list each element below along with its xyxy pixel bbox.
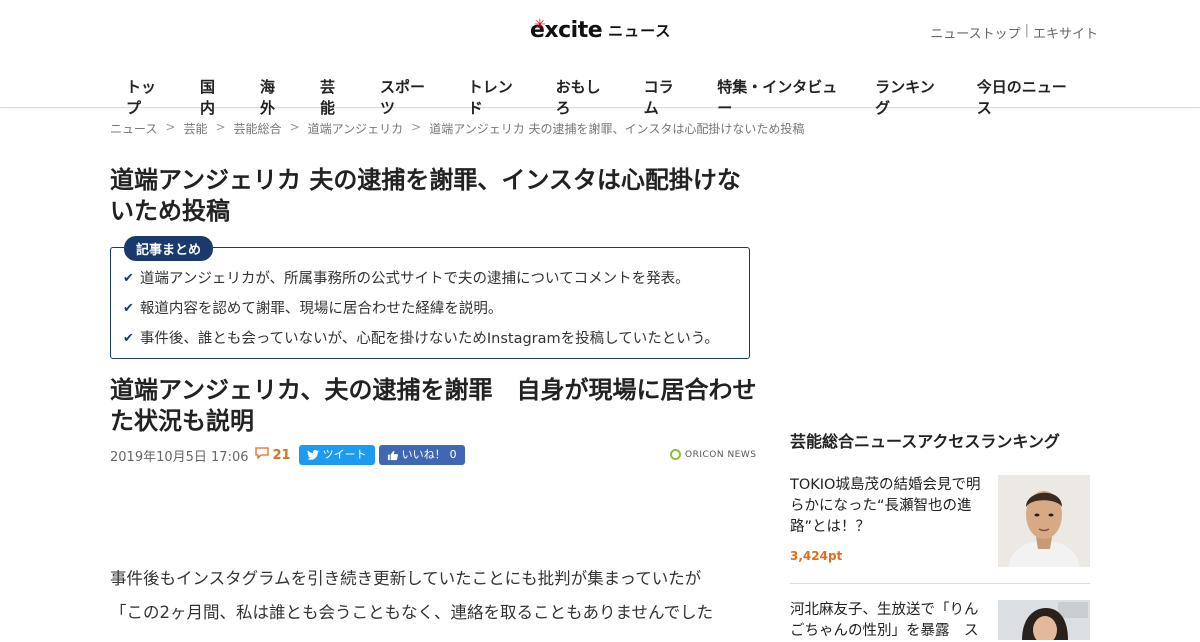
excite-link[interactable]: エキサイト	[1033, 23, 1098, 42]
ranking-thumbnail	[998, 600, 1090, 640]
breadcrumb-general[interactable]: 芸能総合	[234, 120, 282, 137]
body-line: 「この2ヶ月間、私は誰とも会うこともなく、連絡を取ることもありませんでした	[110, 603, 714, 622]
breadcrumb-separator: >	[289, 120, 300, 134]
summary-text: 道端アンジェリカが、所属事務所の公式サイトで夫の逮捕についてコメントを発表。	[139, 271, 690, 287]
like-count: 0	[449, 448, 457, 461]
article-body: 事件後もインスタグラムを引き続き更新していたことにも批判が集まっていたが 「この2…	[110, 562, 760, 630]
summary-item: ✔ 報道内容を認めて謝罪、現場に居合わせた経緯を説明。	[123, 298, 719, 328]
summary-item: ✔ 事件後、誰とも会っていないが、心配を掛けないためInstagramを投稿してい…	[123, 328, 719, 358]
summary-label: 記事まとめ	[124, 236, 214, 261]
ranking-item-title: 河北麻友子、生放送で「りんごちゃんの性別」を暴露 ス	[790, 602, 979, 639]
check-icon: ✔	[123, 301, 134, 316]
ranking-heading: 芸能総合ニュースアクセスランキング	[790, 432, 1060, 451]
nav-item-entertainment[interactable]: 芸能	[304, 70, 364, 124]
logo-news-text: ニュース	[608, 22, 672, 40]
summary-text: 事件後、誰とも会っていないが、心配を掛けないためInstagramを投稿していた…	[139, 331, 719, 347]
site-logo[interactable]: ✳ excite ニュース	[530, 12, 671, 46]
nav-item-fun[interactable]: おもしろ	[540, 70, 628, 124]
breadcrumb-person[interactable]: 道端アンジェリカ	[308, 120, 404, 137]
logo-burst-icon: ✳	[534, 17, 546, 33]
breadcrumb-news[interactable]: ニュース	[110, 120, 157, 137]
check-icon: ✔	[123, 331, 134, 346]
nav-item-sports[interactable]: スポーツ	[364, 70, 452, 124]
breadcrumb-separator: >	[165, 120, 176, 134]
page-headline: 道端アンジェリカ 夫の逮捕を謝罪、インスタは心配掛けないため投稿	[110, 166, 741, 225]
article-summary-box: 記事まとめ ✔ 道端アンジェリカが、所属事務所の公式サイトで夫の逮捕についてコメン…	[110, 236, 750, 359]
ranking-item[interactable]: 河北麻友子、生放送で「りんごちゃんの性別」を暴露 ス	[790, 600, 1090, 640]
breadcrumb-separator: >	[411, 120, 422, 134]
source-logo: ORICON NEWS	[670, 449, 756, 460]
nav-item-overseas[interactable]: 海外	[244, 70, 304, 124]
site-header: ✳ excite ニュース ニューストップ | エキサイト トップ 国内 海外 …	[0, 0, 1200, 117]
nav-item-features[interactable]: 特集・インタビュー	[701, 70, 859, 124]
nav-item-ranking[interactable]: ランキング	[859, 70, 961, 124]
ranking-item[interactable]: TOKIO城島茂の結婚会見で明らかになった“長瀬智也の進路”とは！？ 3,424…	[790, 475, 1090, 584]
nav-item-top[interactable]: トップ	[110, 70, 184, 124]
nav-item-today[interactable]: 今日のニュース	[961, 70, 1090, 124]
body-line: 事件後もインスタグラムを引き続き更新していたことにも批判が集まっていたが	[110, 569, 702, 588]
ranking-item-title: TOKIO城島茂の結婚会見で明らかになった“長瀬智也の進路”とは！？	[790, 477, 981, 535]
summary-item: ✔ 道端アンジェリカが、所属事務所の公式サイトで夫の逮捕についてコメントを発表。	[123, 268, 719, 298]
breadcrumb-current: 道端アンジェリカ 夫の逮捕を謝罪、インスタは心配掛けないため投稿	[429, 122, 805, 136]
ranking-thumbnail	[998, 475, 1090, 567]
article-meta: 2019年10月5日 17:06 21 ツイート いいね！ 0	[110, 445, 465, 465]
like-button[interactable]: いいね！ 0	[378, 445, 465, 465]
logo-wordmark: ✳ excite	[530, 16, 603, 46]
article-date: 2019年10月5日 17:06	[110, 449, 249, 465]
check-icon: ✔	[123, 271, 134, 286]
twitter-bird-icon	[306, 450, 319, 460]
summary-list: ✔ 道端アンジェリカが、所属事務所の公式サイトで夫の逮捕についてコメントを発表。 …	[123, 268, 719, 358]
comment-icon[interactable]	[254, 447, 269, 463]
breadcrumb-separator: >	[215, 120, 226, 134]
like-label: いいね！	[401, 448, 446, 461]
nav-item-trend[interactable]: トレンド	[452, 70, 540, 124]
nav-item-column[interactable]: コラム	[628, 70, 702, 124]
tweet-label: ツイート	[322, 448, 367, 461]
main-nav: トップ 国内 海外 芸能 スポーツ トレンド おもしろ コラム 特集・インタビュ…	[110, 70, 1090, 124]
summary-text: 報道内容を認めて謝罪、現場に居合わせた経緯を説明。	[139, 301, 503, 317]
news-top-link[interactable]: ニューストップ	[930, 23, 1020, 42]
article-title: 道端アンジェリカ、夫の逮捕を謝罪 自身が現場に居合わせた状況も説明	[110, 376, 757, 435]
breadcrumb: ニュース > 芸能 > 芸能総合 > 道端アンジェリカ > 道端アンジェリカ 夫…	[110, 120, 804, 137]
nav-item-domestic[interactable]: 国内	[184, 70, 244, 124]
ranking-item-points: 3,424pt	[790, 549, 843, 563]
thumbs-up-icon	[387, 450, 398, 460]
oricon-logo-icon	[670, 449, 681, 460]
source-name: ORICON NEWS	[685, 449, 757, 460]
top-links: ニューストップ | エキサイト	[930, 23, 1098, 42]
breadcrumb-entertainment[interactable]: 芸能	[183, 120, 207, 137]
comment-count[interactable]: 21	[273, 448, 291, 463]
link-separator: |	[1024, 23, 1029, 38]
tweet-button[interactable]: ツイート	[298, 445, 375, 465]
